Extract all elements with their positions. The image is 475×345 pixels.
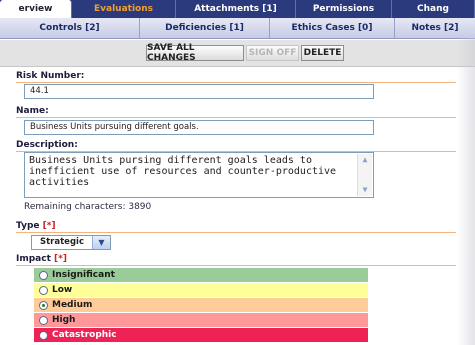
type-select[interactable]: Strategic ▼ (31, 235, 111, 250)
tab-attachments[interactable]: Attachments [1] (176, 0, 296, 18)
description-scrollbar[interactable]: ▲ ▼ (357, 154, 372, 196)
radio-button-selected[interactable] (39, 300, 48, 310)
page-edge-shadow (457, 38, 475, 345)
sign-off-button: SIGN OFF (246, 45, 299, 61)
tab-controls[interactable]: Controls [2] (0, 18, 140, 38)
secondary-tab-bar: Controls [2] Deficiencies [1] Ethics Cas… (0, 18, 475, 39)
risk-number-label: Risk Number: (16, 71, 85, 81)
radio-button[interactable] (39, 315, 48, 325)
name-label: Name: (16, 106, 49, 116)
risk-detail-panel: erview Evaluations Attachments [1] Permi… (0, 0, 475, 345)
divider (16, 82, 456, 83)
tab-notes[interactable]: Notes [2] (395, 18, 475, 38)
required-marker: [*] (42, 221, 56, 231)
tab-ethics-cases[interactable]: Ethics Cases [0] (270, 18, 395, 38)
type-label: Type [*] (16, 221, 56, 231)
description-textarea[interactable]: Business Units pursing different goals l… (24, 152, 374, 198)
required-marker: [*] (54, 254, 67, 264)
name-input[interactable]: Business Units pursuing different goals. (24, 120, 374, 135)
radio-button[interactable] (39, 285, 48, 295)
tab-changes[interactable]: Chang (392, 0, 475, 18)
impact-option-high[interactable]: High (34, 313, 368, 327)
impact-option-medium[interactable]: Medium (34, 298, 368, 312)
impact-label: Impact [*] (16, 254, 67, 264)
scroll-down-icon[interactable]: ▼ (360, 185, 370, 195)
divider (16, 117, 456, 118)
scroll-up-icon[interactable]: ▲ (360, 155, 370, 165)
tab-permissions[interactable]: Permissions (296, 0, 392, 18)
impact-option-low[interactable]: Low (34, 283, 368, 297)
divider (16, 265, 456, 266)
tab-deficiencies[interactable]: Deficiencies [1] (140, 18, 270, 38)
tab-overview[interactable]: erview (0, 0, 72, 18)
delete-button[interactable]: DELETE (301, 45, 344, 61)
radio-button[interactable] (39, 270, 48, 280)
action-toolbar: SAVE ALL CHANGES SIGN OFF DELETE (0, 40, 475, 67)
divider (16, 232, 456, 233)
impact-option-insignificant[interactable]: Insignificant (34, 268, 368, 282)
save-all-changes-button[interactable]: SAVE ALL CHANGES (146, 43, 244, 63)
remaining-characters: Remaining characters: 3890 (24, 202, 152, 212)
chevron-down-icon[interactable]: ▼ (92, 236, 110, 249)
primary-tab-bar: erview Evaluations Attachments [1] Permi… (0, 0, 475, 18)
radio-button[interactable] (39, 330, 48, 340)
description-label: Description: (16, 140, 78, 150)
impact-option-catastrophic[interactable]: Catastrophic (34, 328, 368, 342)
risk-number-input[interactable]: 44.1 (24, 84, 374, 99)
tab-evaluations[interactable]: Evaluations (72, 0, 176, 18)
